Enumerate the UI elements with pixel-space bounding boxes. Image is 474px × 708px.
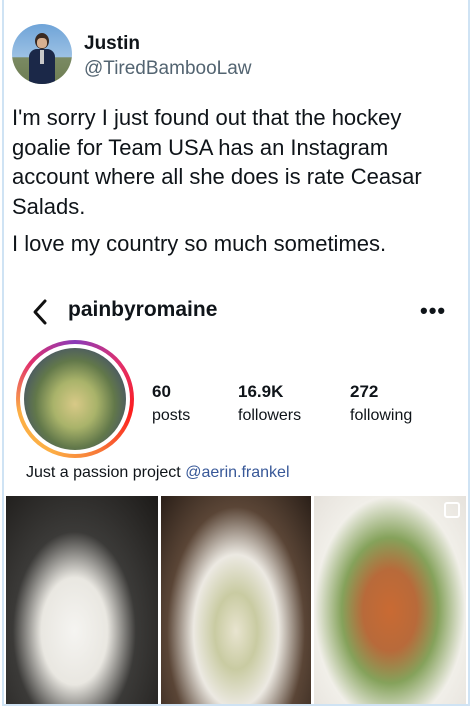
- more-options-icon[interactable]: •••: [420, 298, 446, 324]
- stat-label: following: [350, 407, 413, 424]
- post-thumbnail[interactable]: [161, 496, 311, 704]
- stat-followers[interactable]: 16.9K followers: [238, 382, 301, 425]
- stat-posts[interactable]: 60 posts: [152, 382, 190, 425]
- avatar-tie: [40, 50, 44, 64]
- tweet-text: I'm sorry I just found out that the hock…: [12, 103, 462, 259]
- post-thumbnail[interactable]: [314, 496, 466, 704]
- author-handle[interactable]: @TiredBambooLaw: [84, 58, 252, 80]
- author-name[interactable]: Justin: [84, 33, 140, 55]
- bio-mention-link[interactable]: @aerin.frankel: [185, 464, 289, 481]
- post-thumbnail[interactable]: [6, 496, 158, 704]
- multiple-photos-icon: [444, 502, 460, 518]
- stat-following[interactable]: 272 following: [350, 382, 412, 425]
- tweet-paragraph: I love my country so much sometimes.: [12, 231, 387, 256]
- tweet-paragraph: I'm sorry I just found out that the hock…: [12, 105, 422, 219]
- profile-picture: [24, 348, 126, 450]
- stat-value: 60: [152, 382, 171, 401]
- story-ring-gap: [20, 344, 130, 454]
- instagram-profile-screenshot[interactable]: painbyromaine ••• 60 posts 16.9K followe…: [0, 290, 474, 708]
- author-avatar[interactable]: [12, 24, 72, 84]
- story-ring[interactable]: [16, 340, 134, 458]
- post-grid: [6, 496, 466, 704]
- stat-value: 16.9K: [238, 382, 284, 401]
- avatar-face: [37, 38, 47, 48]
- chevron-left-icon[interactable]: [30, 298, 52, 326]
- instagram-username: painbyromaine: [68, 298, 218, 321]
- profile-bio: Just a passion project @aerin.frankel: [26, 464, 290, 482]
- stat-value: 272: [350, 382, 379, 401]
- stat-label: posts: [152, 407, 191, 424]
- stat-label: followers: [238, 407, 302, 424]
- bio-text: Just a passion project: [26, 464, 181, 481]
